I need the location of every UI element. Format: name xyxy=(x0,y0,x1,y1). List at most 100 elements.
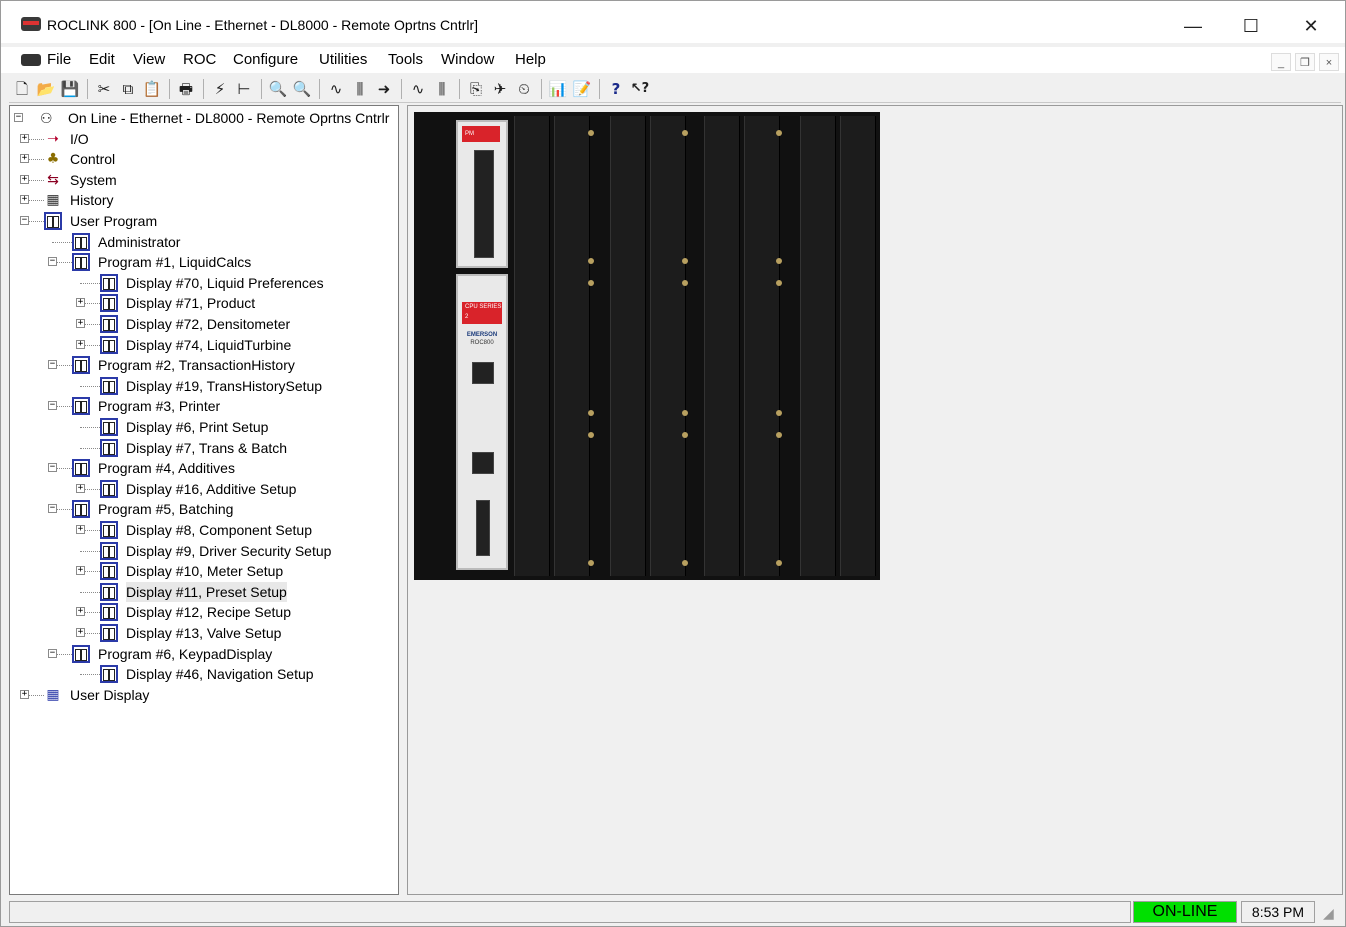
collapse-icon[interactable]: − xyxy=(48,401,57,411)
tree-item-label: Administrator xyxy=(98,233,181,250)
clock-icon[interactable]: ⏲ xyxy=(513,79,535,99)
mdi-close-button[interactable]: × xyxy=(1319,53,1339,71)
comm-terminal-block xyxy=(476,500,490,556)
expand-icon[interactable]: + xyxy=(20,154,29,164)
minimize-button[interactable]: — xyxy=(1171,11,1215,41)
tree-item[interactable]: + ▦ History xyxy=(10,190,398,210)
configuration-tree[interactable]: − ⚇ On Line - Ethernet - DL8000 - Remote O… xyxy=(9,105,399,895)
tree-item[interactable]: + ⇆ System xyxy=(10,170,398,190)
tree-item[interactable]: + ♣ Control xyxy=(10,149,398,169)
tree-item[interactable]: Display #19, TransHistorySetup xyxy=(10,376,398,396)
menu-window[interactable]: Window xyxy=(441,51,494,68)
tree-item[interactable]: − Program #2, TransactionHistory xyxy=(10,355,398,375)
expand-icon[interactable]: + xyxy=(76,483,85,493)
report-icon[interactable]: 📝 xyxy=(571,79,593,99)
menu-view[interactable]: View xyxy=(133,51,165,68)
tree-item-label: Display #9, Driver Security Setup xyxy=(126,542,332,559)
program-icon xyxy=(100,562,118,581)
mdi-document-icon[interactable] xyxy=(21,54,41,66)
collapse-icon[interactable]: − xyxy=(48,257,57,267)
expand-icon[interactable]: + xyxy=(76,525,85,534)
menu-help[interactable]: Help xyxy=(515,51,546,68)
expand-icon[interactable]: + xyxy=(20,195,29,205)
tree-item[interactable]: Display #6, Print Setup xyxy=(10,417,398,437)
tree-item[interactable]: Display #11, Preset Setup xyxy=(10,581,398,602)
mdi-minimize-button[interactable]: _ xyxy=(1271,53,1291,71)
menu-utilities[interactable]: Utilities xyxy=(319,51,367,68)
waveform-icon[interactable]: ∿ xyxy=(325,79,347,99)
tree-item[interactable]: + Display #72, Densitometer xyxy=(10,314,398,334)
tree-item[interactable]: + Display #12, Recipe Setup xyxy=(10,602,398,622)
resize-grip-icon[interactable]: ◢ xyxy=(1323,905,1339,921)
maximize-button[interactable]: ☐ xyxy=(1229,11,1273,41)
direct-connect-icon[interactable]: ⎘ xyxy=(465,79,487,99)
tree-item[interactable]: + Display #13, Valve Setup xyxy=(10,623,398,643)
pane-splitter[interactable] xyxy=(399,105,407,895)
expand-icon[interactable]: + xyxy=(76,607,85,617)
menu-file[interactable]: File xyxy=(47,51,71,68)
expand-icon[interactable]: + xyxy=(76,566,85,576)
expand-icon[interactable]: + xyxy=(20,174,29,184)
chassis-slot-cover xyxy=(554,116,590,576)
mdi-restore-button[interactable]: ❐ xyxy=(1295,53,1315,71)
tree-item[interactable]: + Display #10, Meter Setup xyxy=(10,561,398,581)
menu-tools[interactable]: Tools xyxy=(388,51,423,68)
cut-icon[interactable]: ✂ xyxy=(93,79,115,99)
tree-item[interactable]: Display #7, Trans & Batch xyxy=(10,438,398,458)
tree-item[interactable]: + Display #74, LiquidTurbine xyxy=(10,335,398,355)
open-folder-icon[interactable]: 📂 xyxy=(35,79,57,99)
paste-icon[interactable]: 📋 xyxy=(141,79,163,99)
connect-icon[interactable]: ⚡ xyxy=(209,79,231,99)
zoom-out-icon[interactable]: 🔍 xyxy=(291,79,313,99)
expand-icon[interactable]: + xyxy=(76,319,85,328)
plot-icon[interactable]: ⫼ xyxy=(431,79,453,99)
collapse-icon[interactable]: − xyxy=(48,360,57,370)
tree-item[interactable]: Display #9, Driver Security Setup xyxy=(10,541,398,561)
menu-edit[interactable]: Edit xyxy=(89,51,115,68)
tree-item[interactable]: + Display #8, Component Setup xyxy=(10,520,398,540)
menu-roc[interactable]: ROC xyxy=(183,51,216,68)
tree-item[interactable]: Administrator xyxy=(10,232,398,252)
expand-icon[interactable]: + xyxy=(76,298,85,308)
expand-icon[interactable]: + xyxy=(76,628,85,637)
close-button[interactable]: ✕ xyxy=(1289,11,1333,41)
tree-item[interactable]: − Program #1, LiquidCalcs xyxy=(10,252,398,272)
screw xyxy=(682,280,688,286)
tree-item[interactable]: + ➝ I/O xyxy=(10,129,398,149)
expand-icon[interactable]: + xyxy=(76,339,85,349)
collapse-icon[interactable]: − xyxy=(48,648,57,658)
tree-item[interactable]: − Program #6, KeypadDisplay xyxy=(10,644,398,664)
tree-item[interactable]: + Display #16, Additive Setup xyxy=(10,479,398,499)
tree-item[interactable]: − Program #5, Batching xyxy=(10,499,398,519)
tree-item[interactable]: Display #46, Navigation Setup xyxy=(10,664,398,684)
toolbar: 🗋 📂 💾 ✂ ⧉ 📋 🖶 ⚡ ⊢ 🔍 🔍 ∿ ⫼ ➜ ∿ ⫼ ⎘ ✈ ⏲ 📊 … xyxy=(9,75,1341,103)
help-icon[interactable]: ? xyxy=(605,79,627,99)
program-icon xyxy=(72,500,90,519)
tree-item[interactable]: + Display #71, Product xyxy=(10,293,398,313)
new-file-icon[interactable]: 🗋 xyxy=(11,79,33,99)
tree-icon[interactable]: ⊢ xyxy=(233,79,255,99)
context-help-icon[interactable]: ↖? xyxy=(629,79,651,99)
tree-item[interactable]: − User Program xyxy=(10,211,398,231)
collapse-icon[interactable]: − xyxy=(48,504,57,514)
chart-icon[interactable]: 📊 xyxy=(547,79,569,99)
copy-icon[interactable]: ⧉ xyxy=(117,79,139,99)
flow-icon[interactable]: ➜ xyxy=(373,79,395,99)
save-icon[interactable]: 💾 xyxy=(59,79,81,99)
tree-item[interactable]: + ▦ User Display xyxy=(10,685,398,705)
io-icon[interactable]: ⫼ xyxy=(349,79,371,99)
expand-icon[interactable]: + xyxy=(20,689,29,699)
tree-item[interactable]: Display #70, Liquid Preferences xyxy=(10,273,398,293)
print-icon[interactable]: 🖶 xyxy=(175,79,197,99)
tree-item[interactable]: − Program #4, Additives xyxy=(10,458,398,478)
collapse-icon[interactable]: − xyxy=(20,216,29,225)
tree-root[interactable]: − ⚇ On Line - Ethernet - DL8000 - Remote O… xyxy=(10,108,398,128)
expand-icon[interactable]: + xyxy=(20,133,29,143)
trend-icon[interactable]: ∿ xyxy=(407,79,429,99)
collapse-icon[interactable]: − xyxy=(14,113,23,122)
collapse-icon[interactable]: − xyxy=(48,463,57,473)
zoom-in-icon[interactable]: 🔍 xyxy=(267,79,289,99)
update-icon[interactable]: ✈ xyxy=(489,79,511,99)
menu-configure[interactable]: Configure xyxy=(233,51,298,68)
tree-item[interactable]: − Program #3, Printer xyxy=(10,396,398,416)
